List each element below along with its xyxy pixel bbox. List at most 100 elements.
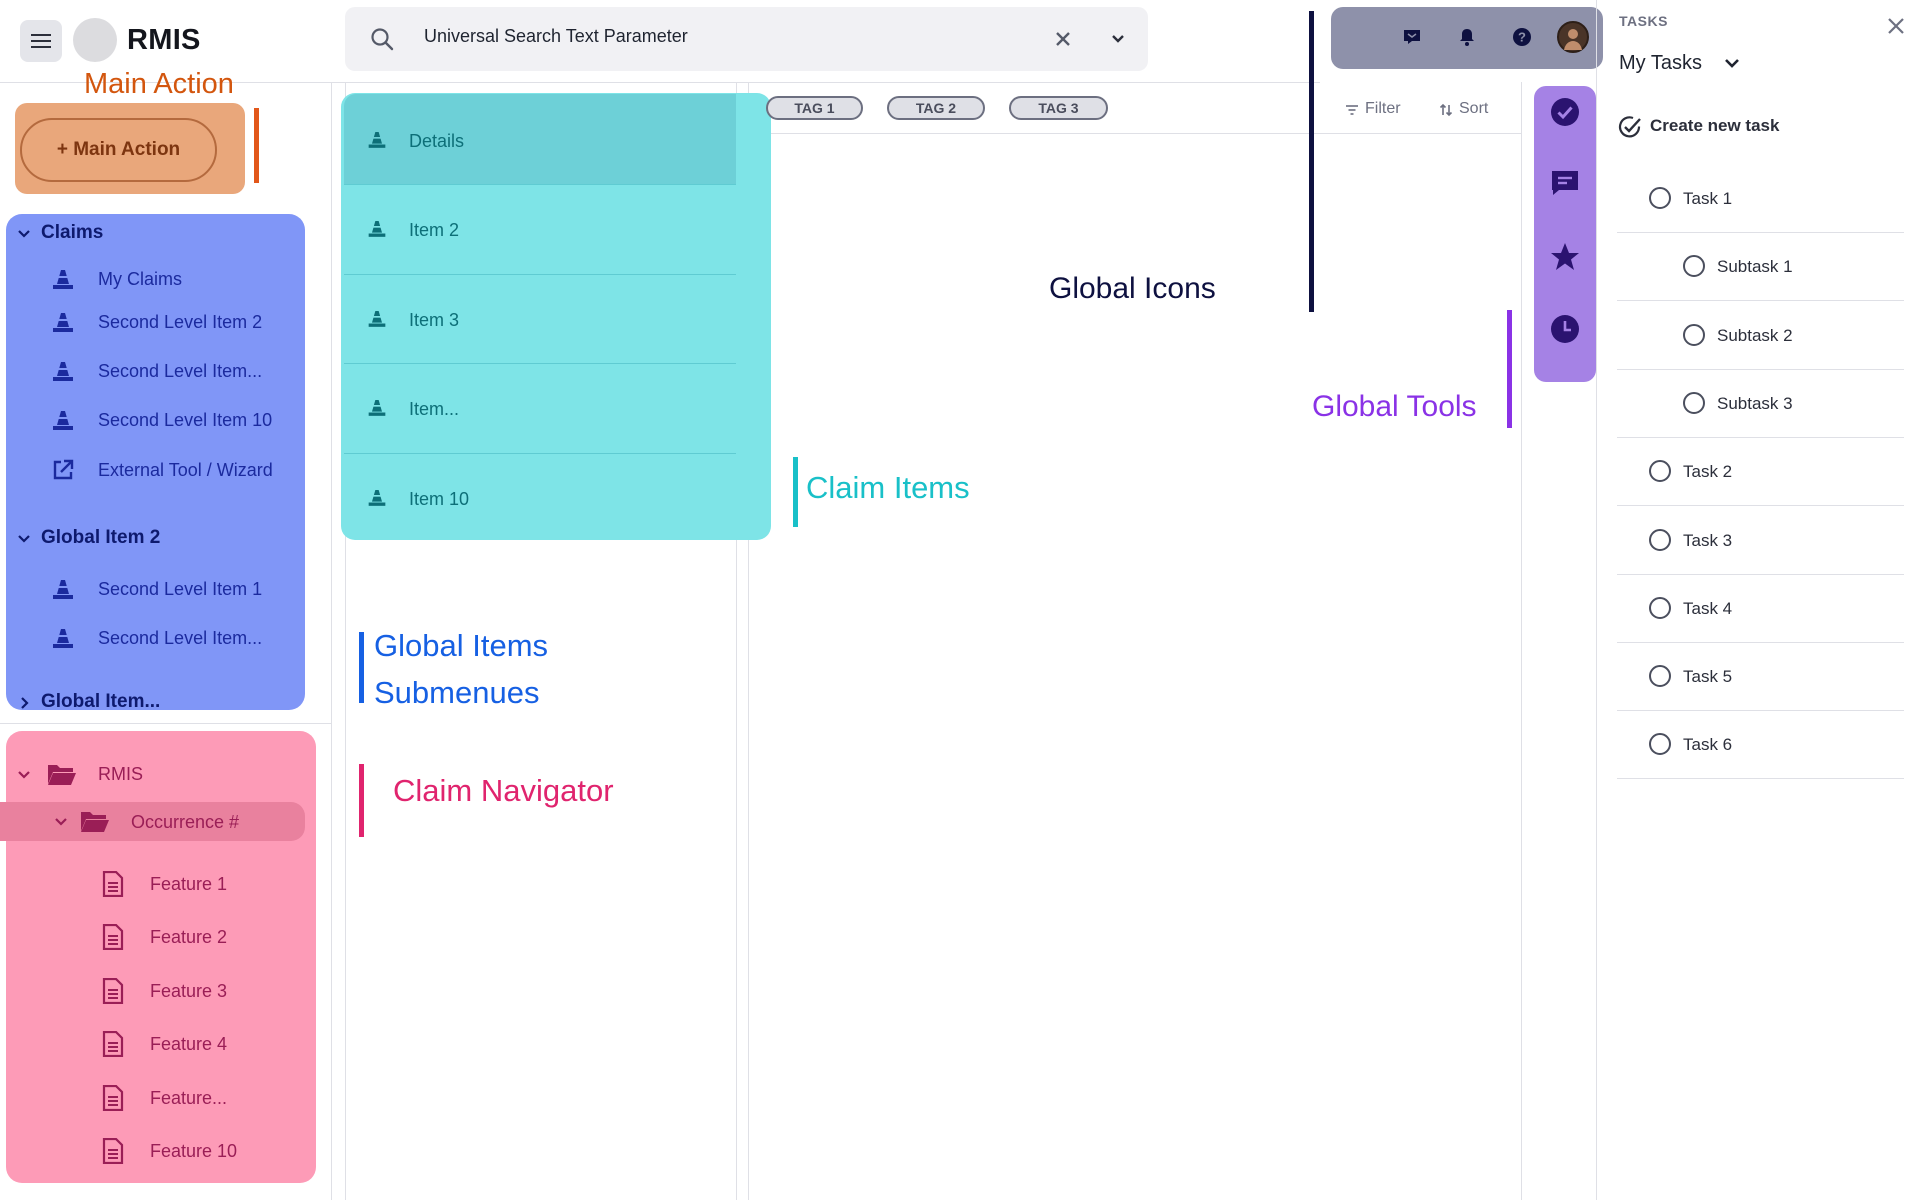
cone-icon	[367, 398, 387, 417]
avatar[interactable]	[1557, 21, 1589, 53]
message-icon[interactable]	[1397, 22, 1427, 52]
tasks-divider	[1596, 0, 1597, 1200]
chevron-right-icon[interactable]	[16, 695, 32, 711]
claim-item-divider	[344, 363, 736, 364]
task-checkbox[interactable]	[1649, 529, 1671, 551]
app-title: RMIS	[127, 24, 201, 56]
cone-icon	[51, 409, 75, 431]
check-circle-icon[interactable]	[1549, 96, 1581, 128]
cone-icon	[51, 360, 75, 382]
task-list-selector[interactable]: My Tasks	[1619, 52, 1702, 75]
sort-button[interactable]: Sort	[1459, 100, 1488, 118]
bell-icon[interactable]	[1452, 22, 1482, 52]
menu-button[interactable]	[20, 20, 62, 62]
external-link-icon	[52, 459, 74, 481]
chevron-down-icon[interactable]	[1724, 58, 1740, 70]
filter-button[interactable]: Filter	[1365, 100, 1401, 118]
task-label: Task 1	[1683, 189, 1733, 208]
main-action-button[interactable]: + Main Action	[20, 118, 217, 182]
task-label: Task 4	[1683, 599, 1733, 618]
nav-item-second-level-10[interactable]: Second Level Item 10	[98, 410, 272, 431]
nav-divider	[331, 82, 332, 1200]
folder-open-icon	[47, 762, 77, 786]
claim-nav-feature-1[interactable]: Feature 1	[150, 874, 227, 895]
chevron-down-icon[interactable]	[53, 814, 69, 830]
star-icon[interactable]	[1549, 240, 1581, 272]
chevron-down-icon[interactable]	[16, 767, 32, 783]
task-checkbox[interactable]	[1683, 255, 1705, 277]
nav-group-claims[interactable]: Claims	[41, 222, 103, 244]
claim-item-divider	[344, 453, 736, 454]
cone-icon	[51, 311, 75, 333]
folder-open-icon	[80, 809, 110, 833]
hamburger-icon	[31, 34, 51, 48]
cone-icon	[367, 488, 387, 507]
comment-icon[interactable]	[1549, 167, 1581, 199]
global-icons-marker	[1309, 11, 1314, 312]
nav-item-second-level-1[interactable]: Second Level Item 1	[98, 579, 262, 600]
claim-nav-occurrence[interactable]: Occurrence #	[131, 812, 239, 833]
cone-icon	[367, 309, 387, 328]
task-checkbox[interactable]	[1649, 460, 1671, 482]
create-task-button[interactable]: Create new task	[1650, 116, 1779, 136]
document-icon	[102, 1085, 124, 1111]
task-label: Subtask 3	[1717, 394, 1793, 413]
claim-item-10[interactable]: Item 10	[409, 489, 469, 510]
tag-chip[interactable]: TAG 3	[1009, 96, 1108, 120]
nav-item-second-level-more[interactable]: Second Level Item...	[98, 361, 262, 382]
nav-group-global-item-more[interactable]: Global Item...	[41, 691, 160, 713]
clear-search-icon[interactable]	[1048, 24, 1078, 54]
nav-item-external-tool[interactable]: External Tool / Wizard	[98, 460, 273, 481]
claim-item-details[interactable]: Details	[409, 131, 464, 152]
task-label: Task 2	[1683, 462, 1733, 481]
task-label: Task 6	[1683, 735, 1733, 754]
main-action-marker	[254, 108, 259, 183]
nav-item-my-claims[interactable]: My Claims	[98, 269, 182, 290]
help-icon[interactable]: ?	[1507, 22, 1537, 52]
task-checkbox[interactable]	[1649, 597, 1671, 619]
tag-chip[interactable]: TAG 2	[887, 96, 985, 120]
global-tools-marker	[1507, 310, 1512, 428]
sort-icon	[1439, 103, 1453, 117]
chevron-down-icon[interactable]	[1103, 24, 1133, 54]
claim-nav-feature-10[interactable]: Feature 10	[150, 1141, 237, 1162]
nav-item-second-level-more-2[interactable]: Second Level Item...	[98, 628, 262, 649]
cone-icon	[51, 268, 75, 290]
global-items-marker	[359, 632, 364, 703]
search-input[interactable]: Universal Search Text Parameter	[424, 26, 688, 47]
claim-nav-feature-2[interactable]: Feature 2	[150, 927, 227, 948]
clock-icon[interactable]	[1549, 313, 1581, 345]
nav-item-second-level-2[interactable]: Second Level Item 2	[98, 312, 262, 333]
chevron-down-icon[interactable]	[16, 226, 32, 242]
app-logo	[73, 18, 117, 62]
task-checkbox[interactable]	[1683, 324, 1705, 346]
cone-icon	[51, 578, 75, 600]
global-icons-annotation: Global Icons	[1049, 272, 1216, 305]
claim-items-annotation: Claim Items	[806, 470, 970, 505]
claim-nav-feature-3[interactable]: Feature 3	[150, 981, 227, 1002]
claim-items-marker	[793, 457, 798, 527]
cone-icon	[367, 130, 387, 149]
task-label: Subtask 1	[1717, 257, 1793, 276]
claim-item-more[interactable]: Item...	[409, 399, 459, 420]
document-icon	[102, 978, 124, 1004]
tag-chip[interactable]: TAG 1	[766, 96, 863, 120]
claim-item-2[interactable]: Item 2	[409, 220, 459, 241]
check-circle-outline-icon	[1618, 115, 1642, 139]
task-checkbox[interactable]	[1649, 187, 1671, 209]
task-checkbox[interactable]	[1683, 392, 1705, 414]
task-checkbox[interactable]	[1649, 665, 1671, 687]
claim-navigator-marker	[359, 764, 364, 837]
chevron-down-icon[interactable]	[16, 531, 32, 547]
tasks-heading: TASKS	[1619, 13, 1668, 29]
nav-group-global-item-2[interactable]: Global Item 2	[41, 527, 160, 549]
claim-nav-feature-more[interactable]: Feature...	[150, 1088, 227, 1109]
claim-nav-root[interactable]: RMIS	[98, 764, 143, 785]
claim-item-3[interactable]: Item 3	[409, 310, 459, 331]
claim-nav-feature-4[interactable]: Feature 4	[150, 1034, 227, 1055]
cone-icon	[51, 627, 75, 649]
task-checkbox[interactable]	[1649, 733, 1671, 755]
tools-divider	[1521, 82, 1522, 1200]
task-label: Task 3	[1683, 531, 1733, 550]
close-icon[interactable]	[1887, 17, 1909, 39]
